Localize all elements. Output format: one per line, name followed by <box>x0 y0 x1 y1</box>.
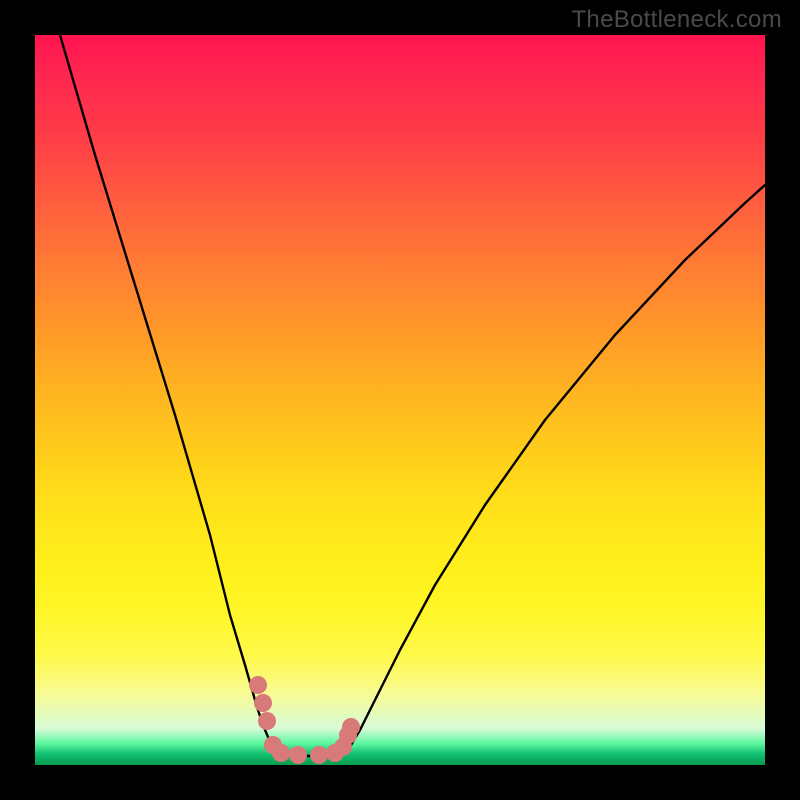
curve-right-branch <box>345 185 765 752</box>
valley-marker <box>272 744 290 762</box>
valley-marker <box>310 746 328 764</box>
valley-marker <box>249 676 267 694</box>
valley-marker <box>258 712 276 730</box>
plot-area <box>35 35 765 765</box>
valley-marker <box>289 746 307 764</box>
valley-marker <box>254 694 272 712</box>
curve-layer <box>35 35 765 765</box>
chart-frame: TheBottleneck.com <box>0 0 800 800</box>
watermark-text: TheBottleneck.com <box>571 6 782 34</box>
valley-marker <box>342 718 360 736</box>
curve-left-branch <box>60 35 277 753</box>
